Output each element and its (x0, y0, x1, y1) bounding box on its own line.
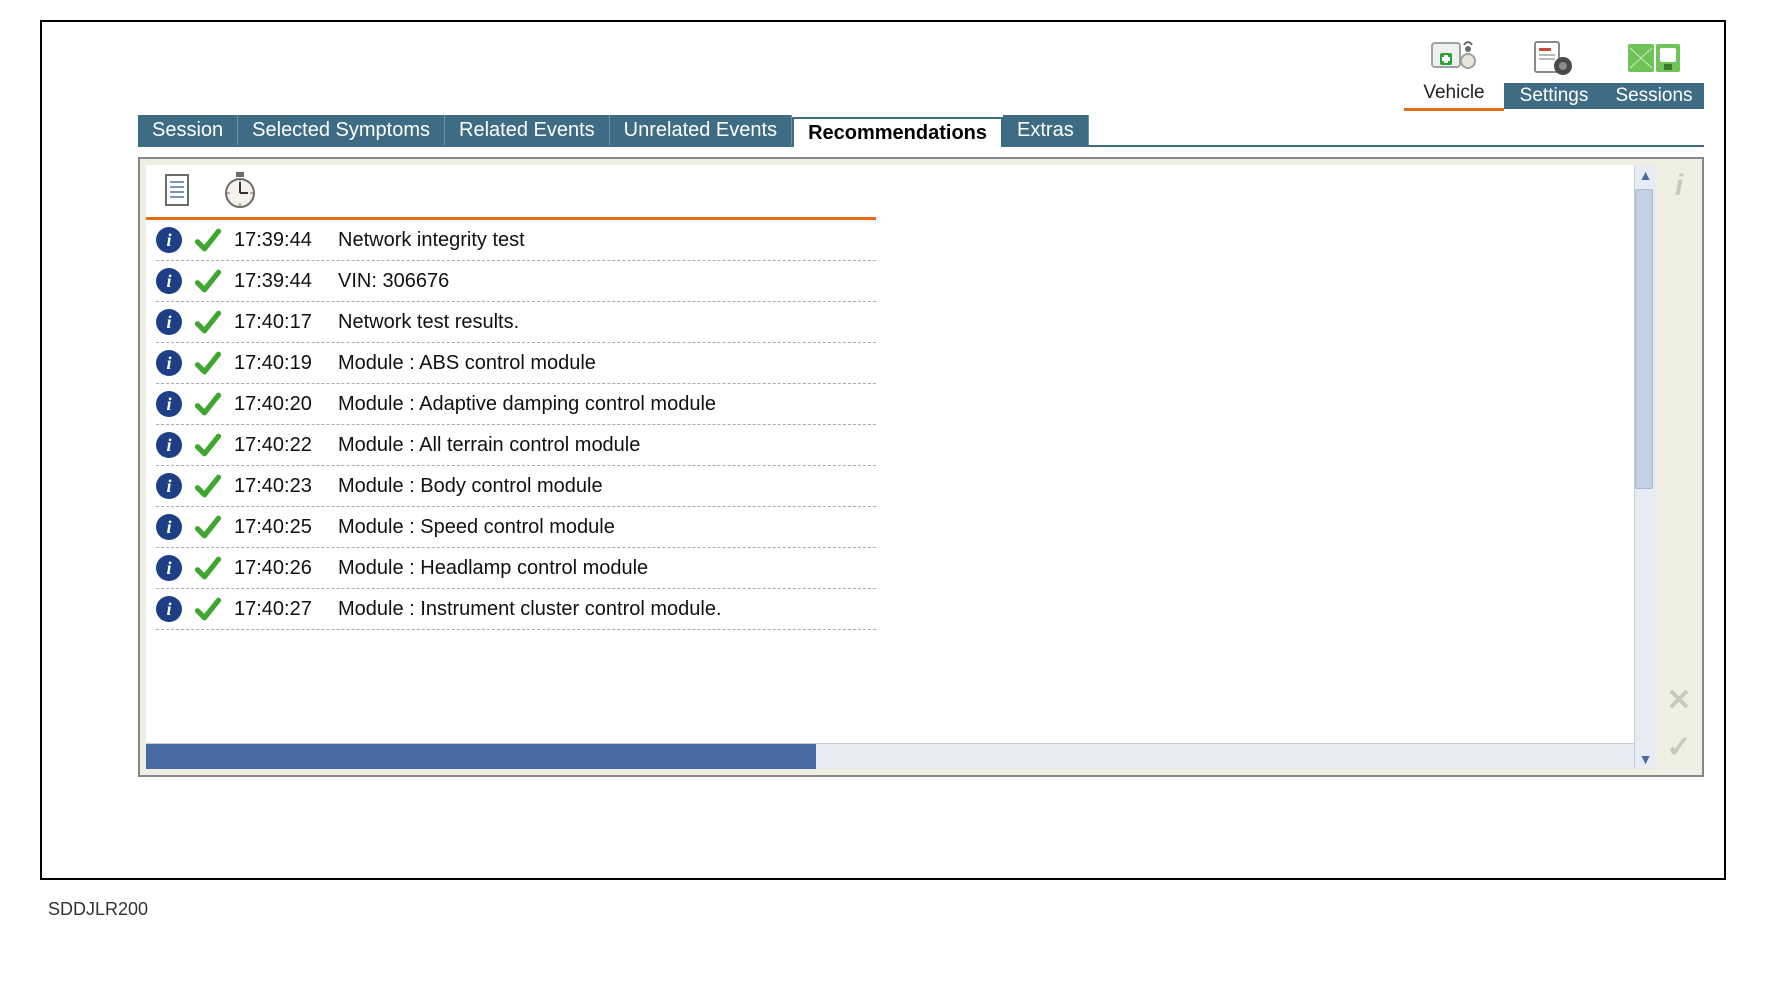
scroll-up-arrow-icon[interactable]: ▲ (1635, 165, 1657, 185)
row-time: 17:40:25 (234, 516, 326, 539)
info-icon[interactable]: i (156, 555, 182, 581)
row-time: 17:40:26 (234, 557, 326, 580)
list-row[interactable]: i 17:39:44 Network integrity test (156, 220, 876, 261)
row-time: 17:39:44 (234, 270, 326, 293)
check-icon (194, 431, 222, 459)
info-icon[interactable]: i (156, 309, 182, 335)
toolbar-vehicle-label: Vehicle (1404, 80, 1504, 106)
toolbar-settings-label: Settings (1504, 83, 1604, 109)
list-row[interactable]: i 17:40:25 Module : Speed control module (156, 507, 876, 548)
list-row[interactable]: i 17:40:20 Module : Adaptive damping contr… (156, 384, 876, 425)
side-info-icon[interactable]: i (1675, 169, 1683, 203)
info-icon[interactable]: i (156, 596, 182, 622)
stopwatch-icon[interactable] (222, 171, 258, 209)
vehicle-diagnostic-icon (1424, 32, 1484, 78)
row-time: 17:40:27 (234, 598, 326, 621)
row-description: VIN: 306676 (338, 270, 876, 293)
tab-related-events[interactable]: Related Events (445, 115, 610, 145)
settings-document-icon (1524, 35, 1584, 81)
toolbar-settings[interactable]: Settings (1504, 35, 1604, 111)
row-description: Network test results. (338, 311, 876, 334)
list-row[interactable]: i 17:39:44 VIN: 306676 (156, 261, 876, 302)
recommendations-list: i 17:39:44 Network integrity test i 17:39:44… (146, 165, 1634, 769)
horizontal-scrollbar[interactable] (146, 743, 1634, 769)
row-description: Module : Speed control module (338, 516, 876, 539)
tab-unrelated-events[interactable]: Unrelated Events (610, 115, 792, 145)
info-icon[interactable]: i (156, 514, 182, 540)
info-icon[interactable]: i (156, 473, 182, 499)
check-icon (194, 226, 222, 254)
row-description: Module : ABS control module (338, 352, 876, 375)
check-icon (194, 472, 222, 500)
side-cancel-icon[interactable]: ✕ (1666, 683, 1691, 718)
toolbar-sessions-label: Sessions (1604, 83, 1704, 109)
row-description: Network integrity test (338, 229, 876, 252)
tab-recommendations[interactable]: Recommendations (792, 117, 1003, 147)
info-icon[interactable]: i (156, 268, 182, 294)
vertical-scrollbar-thumb[interactable] (1635, 189, 1653, 489)
content-pane: i 17:39:44 Network integrity test i 17:39:44… (138, 157, 1704, 777)
list-row[interactable]: i 17:40:17 Network test results. (156, 302, 876, 343)
row-time: 17:40:19 (234, 352, 326, 375)
row-time: 17:40:22 (234, 434, 326, 457)
figure-caption: SDDJLR200 (48, 899, 148, 920)
tab-session[interactable]: Session (138, 115, 238, 145)
toolbar-vehicle[interactable]: Vehicle (1404, 32, 1504, 111)
list-row[interactable]: i 17:40:23 Module : Body control module (156, 466, 876, 507)
toolbar-sessions[interactable]: Sessions (1604, 35, 1704, 111)
check-icon (194, 390, 222, 418)
tab-selected-symptoms[interactable]: Selected Symptoms (238, 115, 445, 145)
list-row[interactable]: i 17:40:22 Module : All terrain control mo… (156, 425, 876, 466)
info-icon[interactable]: i (156, 227, 182, 253)
list-row[interactable]: i 17:40:26 Module : Headlamp control modul… (156, 548, 876, 589)
info-icon[interactable]: i (156, 432, 182, 458)
list-body: i 17:39:44 Network integrity test i 17:39:44… (146, 220, 1634, 743)
info-icon[interactable]: i (156, 350, 182, 376)
check-icon (194, 308, 222, 336)
scroll-down-arrow-icon[interactable]: ▼ (1635, 749, 1657, 769)
row-description: Module : Adaptive damping control module (338, 393, 876, 416)
check-icon (194, 267, 222, 295)
tab-extras[interactable]: Extras (1003, 115, 1089, 145)
row-time: 17:39:44 (234, 229, 326, 252)
list-header (146, 165, 876, 220)
vertical-scrollbar[interactable]: ▲ ▼ (1634, 165, 1656, 769)
side-action-bar: i ✕ ✓ (1656, 159, 1702, 775)
row-time: 17:40:20 (234, 393, 326, 416)
row-description: Module : All terrain control module (338, 434, 876, 457)
top-toolbar: Vehicle Settings (42, 22, 1724, 111)
check-icon (194, 554, 222, 582)
horizontal-scrollbar-thumb[interactable] (146, 744, 816, 769)
row-description: Module : Body control module (338, 475, 876, 498)
check-icon (194, 349, 222, 377)
list-row[interactable]: i 17:40:27 Module : Instrument cluster con… (156, 589, 876, 630)
row-description: Module : Headlamp control module (338, 557, 876, 580)
info-icon[interactable]: i (156, 391, 182, 417)
check-icon (194, 513, 222, 541)
list-row[interactable]: i 17:40:19 Module : ABS control module (156, 343, 876, 384)
row-time: 17:40:17 (234, 311, 326, 334)
check-icon (194, 595, 222, 623)
sessions-save-icon (1624, 35, 1684, 81)
row-description: Module : Instrument cluster control modu… (338, 598, 876, 621)
app-window: Vehicle Settings (40, 20, 1726, 880)
document-icon[interactable] (164, 173, 192, 207)
row-time: 17:40:23 (234, 475, 326, 498)
side-confirm-icon[interactable]: ✓ (1666, 730, 1691, 765)
tab-strip: Session Selected Symptoms Related Events… (138, 115, 1704, 147)
